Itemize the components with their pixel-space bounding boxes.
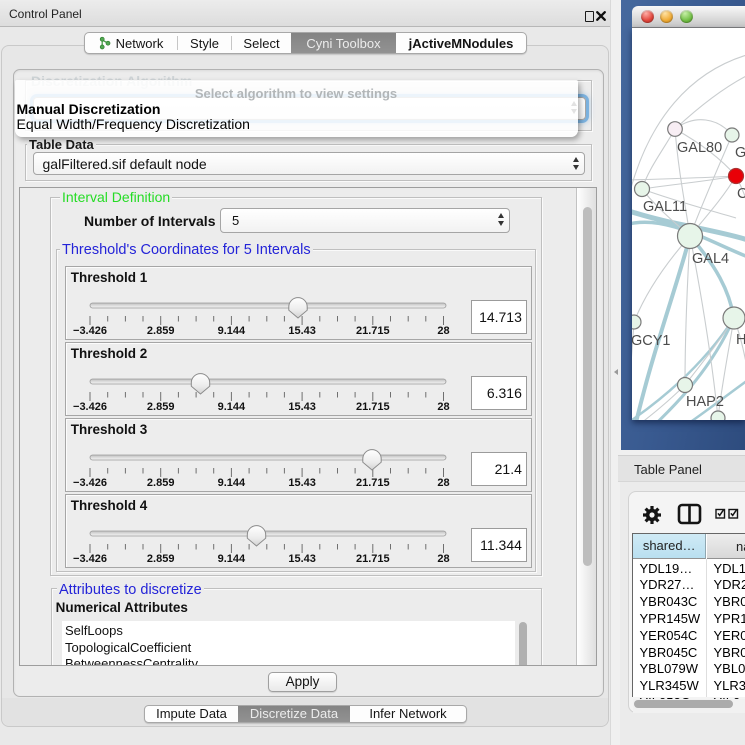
svg-text:−3.426: −3.426 [73,401,107,413]
svg-text:28: 28 [437,401,449,413]
svg-text:2.859: 2.859 [147,553,175,565]
svg-text:9.144: 9.144 [218,325,246,337]
svg-text:28: 28 [437,553,449,565]
svg-text:21.715: 21.715 [356,477,390,489]
svg-text:−3.426: −3.426 [73,325,107,337]
svg-text:21.715: 21.715 [356,325,390,337]
svg-text:HAP2: HAP2 [686,394,724,410]
svg-text:GAL11: GAL11 [643,199,687,215]
svg-text:−3.426: −3.426 [73,477,107,489]
svg-text:28: 28 [437,477,449,489]
svg-text:CYC: CYC [737,186,745,202]
svg-text:−3.426: −3.426 [73,553,107,565]
svg-text:21.715: 21.715 [356,553,390,565]
svg-text:2.859: 2.859 [147,325,175,337]
svg-text:15.43: 15.43 [288,325,316,337]
svg-text:GAL80: GAL80 [677,140,722,156]
svg-text:GAL1: GAL1 [735,145,745,161]
svg-text:21.715: 21.715 [356,401,390,413]
svg-text:9.144: 9.144 [218,477,246,489]
svg-text:28: 28 [437,325,449,337]
svg-text:9.144: 9.144 [218,553,246,565]
svg-text:15.43: 15.43 [288,477,316,489]
svg-text:GAL4: GAL4 [692,251,729,267]
svg-text:15.43: 15.43 [288,553,316,565]
svg-text:2.859: 2.859 [147,401,175,413]
svg-text:9.144: 9.144 [218,401,246,413]
svg-text:GCY1: GCY1 [632,333,671,349]
svg-text:H: H [736,332,745,348]
svg-text:15.43: 15.43 [288,401,316,413]
svg-text:2.859: 2.859 [147,477,175,489]
